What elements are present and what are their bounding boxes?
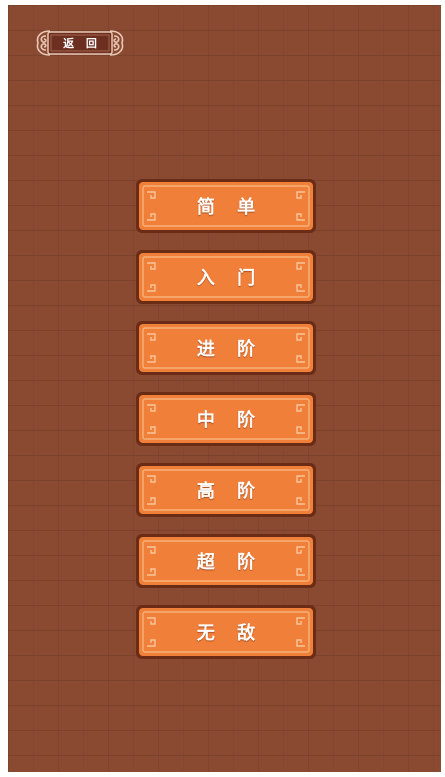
level-button-high[interactable]: 高 阶 — [135, 462, 317, 518]
level-button-beginner[interactable]: 入 门 — [135, 249, 317, 305]
level-button-super[interactable]: 超 阶 — [135, 533, 317, 589]
level-button-advanced[interactable]: 进 阶 — [135, 320, 317, 376]
level-label: 超 阶 — [196, 552, 264, 573]
level-label: 入 门 — [196, 268, 264, 289]
level-label: 简 单 — [196, 197, 264, 218]
level-button-easy[interactable]: 简 单 — [135, 178, 317, 234]
level-button-intermediate[interactable]: 中 阶 — [135, 391, 317, 447]
back-button[interactable]: 返 回 — [32, 25, 128, 61]
level-label: 进 阶 — [196, 339, 264, 360]
level-label: 无 敌 — [196, 623, 264, 644]
level-menu: 简 单 入 门 进 阶 中 阶 高 阶 超 阶 无 敌 — [135, 178, 317, 675]
level-label: 中 阶 — [196, 410, 264, 431]
level-label: 高 阶 — [196, 481, 264, 502]
level-button-invincible[interactable]: 无 敌 — [135, 604, 317, 660]
game-screen: 返 回 简 单 入 门 进 阶 中 阶 高 阶 超 阶 无 敌 — [8, 5, 441, 772]
back-label: 返 回 — [63, 37, 101, 50]
